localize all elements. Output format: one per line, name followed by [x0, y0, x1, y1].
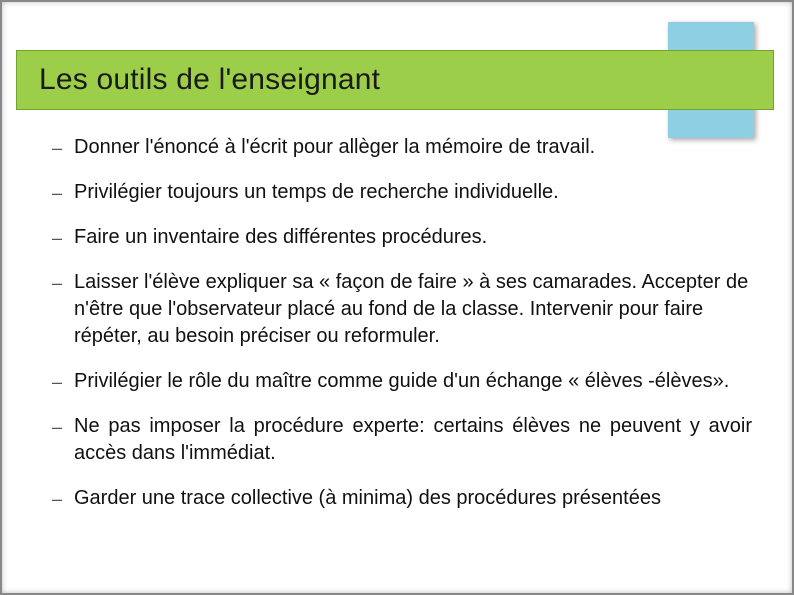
bullet-dash-icon: – [52, 179, 74, 206]
list-item: – Privilégier le rôle du maître comme gu… [52, 368, 752, 395]
list-item-text: Ne pas imposer la procédure experte: cer… [74, 413, 752, 467]
list-item: – Garder une trace collective (à minima)… [52, 485, 752, 512]
list-item-text: Privilégier toujours un temps de recherc… [74, 179, 752, 206]
content-area: – Donner l'énoncé à l'écrit pour allèger… [52, 134, 752, 573]
list-item-text: Privilégier le rôle du maître comme guid… [74, 368, 752, 395]
bullet-dash-icon: – [52, 368, 74, 395]
title-bar: Les outils de l'enseignant [16, 50, 774, 110]
list-item: – Donner l'énoncé à l'écrit pour allèger… [52, 134, 752, 161]
list-item-text: Faire un inventaire des différentes proc… [74, 224, 752, 251]
bullet-dash-icon: – [52, 269, 74, 296]
slide: Les outils de l'enseignant – Donner l'én… [0, 0, 794, 595]
list-item: – Laisser l'élève expliquer sa « façon d… [52, 269, 752, 350]
slide-title: Les outils de l'enseignant [39, 63, 380, 97]
list-item-text: Garder une trace collective (à minima) d… [74, 485, 752, 512]
list-item: – Privilégier toujours un temps de reche… [52, 179, 752, 206]
bullet-dash-icon: – [52, 413, 74, 440]
bullet-dash-icon: – [52, 485, 74, 512]
list-item-text: Laisser l'élève expliquer sa « façon de … [74, 269, 752, 350]
list-item: – Faire un inventaire des différentes pr… [52, 224, 752, 251]
list-item-text: Donner l'énoncé à l'écrit pour allèger l… [74, 134, 752, 161]
list-item: – Ne pas imposer la procédure experte: c… [52, 413, 752, 467]
bullet-dash-icon: – [52, 134, 74, 161]
bullet-dash-icon: – [52, 224, 74, 251]
